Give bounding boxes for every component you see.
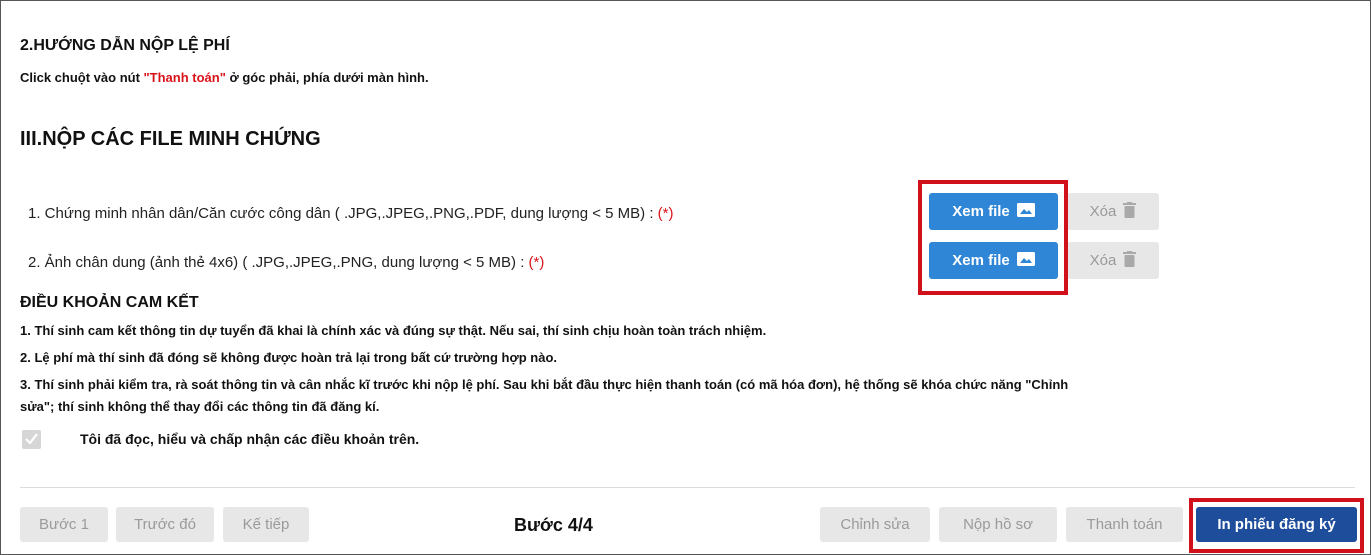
term-item: sửa"; thí sinh không thể thay đổi các th…: [20, 399, 380, 414]
fee-guide-note-suffix: ở góc phải, phía dưới màn hình.: [225, 70, 429, 85]
term-item: 2. Lệ phí mà thí sinh đã đóng sẽ không đ…: [20, 350, 557, 365]
terms-title: ĐIỀU KHOẢN CAM KẾT: [20, 294, 199, 311]
step1-button[interactable]: Bước 1: [20, 507, 108, 542]
term-item: 1. Thí sinh cam kết thông tin dự tuyển đ…: [20, 323, 767, 338]
checkmark-icon: [25, 431, 38, 449]
delete-label: Xóa: [1089, 252, 1117, 269]
page-frame: 2.HƯỚNG DẪN NỘP LỆ PHÍ Click chuột vào n…: [0, 0, 1371, 555]
edit-button[interactable]: Chỉnh sửa: [820, 507, 930, 542]
payment-button[interactable]: Thanh toán: [1066, 507, 1183, 542]
file-label: 2. Ảnh chân dung (ảnh thẻ 4x6) ( .JPG,.J…: [28, 254, 529, 271]
footer-divider: [20, 487, 1355, 488]
fee-guide-note-prefix: Click chuột vào nút: [20, 70, 144, 85]
file-row-id-card: 1. Chứng minh nhân dân/Căn cước công dân…: [28, 205, 674, 222]
agree-checkbox[interactable]: [22, 430, 41, 449]
trash-icon: [1123, 250, 1137, 271]
evidence-title: III.NỘP CÁC FILE MINH CHỨNG: [20, 128, 321, 150]
fee-guide-note: Click chuột vào nút "Thanh toán" ở góc p…: [20, 70, 429, 85]
required-mark: (*): [657, 205, 674, 222]
required-mark: (*): [528, 254, 545, 271]
trash-icon: [1123, 201, 1137, 222]
file-row-portrait: 2. Ảnh chân dung (ảnh thẻ 4x6) ( .JPG,.J…: [28, 254, 544, 271]
view-buttons-highlight: [918, 180, 1068, 295]
step-indicator: Bước 4/4: [514, 515, 593, 535]
fee-guide-note-button: "Thanh toán": [143, 70, 226, 85]
delete-file-button-portrait[interactable]: Xóa: [1067, 242, 1159, 279]
file-label: 1. Chứng minh nhân dân/Căn cước công dân…: [28, 205, 658, 222]
fee-guide-title: 2.HƯỚNG DẪN NỘP LỆ PHÍ: [20, 37, 230, 54]
agree-label: Tôi đã đọc, hiểu và chấp nhận các điều k…: [80, 431, 420, 447]
previous-button[interactable]: Trước đó: [116, 507, 214, 542]
delete-file-button-id-card[interactable]: Xóa: [1067, 193, 1159, 230]
print-button-highlight: [1189, 498, 1364, 553]
next-button[interactable]: Kế tiếp: [223, 507, 309, 542]
submit-application-button[interactable]: Nộp hồ sơ: [939, 507, 1057, 542]
term-item: 3. Thí sinh phải kiểm tra, rà soát thông…: [20, 377, 1069, 392]
delete-label: Xóa: [1089, 203, 1117, 220]
